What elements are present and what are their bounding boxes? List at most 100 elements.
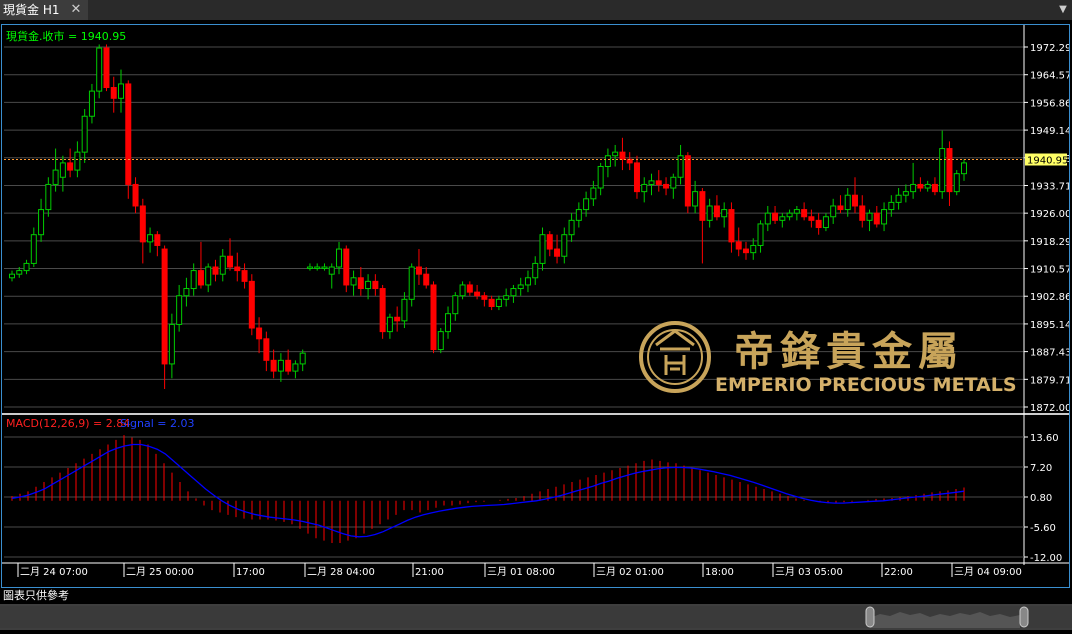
candle-up	[953, 173, 960, 193]
close-icon[interactable]: ✕	[68, 0, 84, 20]
candle-up	[437, 331, 444, 351]
candle-down	[713, 205, 720, 218]
candle-up	[822, 216, 829, 229]
scrollbar-left-handle[interactable]	[865, 606, 875, 628]
candle-down	[663, 183, 670, 189]
candle-up	[902, 191, 909, 196]
candle-down	[423, 273, 430, 286]
time-tick-label: 21:00	[415, 567, 444, 578]
candle-up	[503, 295, 510, 300]
candle-down	[851, 194, 858, 207]
candle-up	[292, 363, 299, 372]
candle-down	[488, 298, 495, 307]
candle-down	[343, 248, 350, 286]
candle-down	[699, 191, 706, 221]
candle-up	[750, 244, 757, 254]
time-tick-label: 二月 28 04:00	[307, 566, 375, 578]
candle-up	[59, 162, 66, 178]
price-tick-label: 1964.57	[1030, 71, 1069, 82]
candle-up	[604, 155, 611, 167]
candle-up	[52, 169, 59, 185]
candle-down	[110, 87, 117, 99]
candle-down	[801, 209, 808, 218]
candle-up	[183, 288, 190, 297]
candle-up	[176, 295, 183, 325]
candle-up	[612, 151, 619, 157]
candle-down	[248, 280, 255, 329]
candle-up	[299, 352, 306, 365]
macd-tick-label: -12.00	[1030, 553, 1062, 564]
candle-up	[495, 298, 502, 307]
candle-down	[546, 234, 553, 250]
candle-down	[430, 284, 437, 351]
time-tick-label: 17:00	[236, 567, 265, 578]
price-tick-label: 1926.00	[1030, 209, 1069, 220]
candle-down	[474, 291, 481, 297]
price-tick-label: 1910.57	[1030, 265, 1069, 276]
candle-up	[336, 248, 343, 268]
candle-up	[648, 180, 655, 185]
candle-up	[510, 288, 517, 297]
candle-down	[837, 205, 844, 211]
candle-up	[524, 277, 531, 286]
chart-scrollbar[interactable]	[0, 604, 1072, 630]
candle-up	[786, 212, 793, 218]
price-tick-label: 1879.71	[1030, 375, 1069, 386]
candle-up	[168, 323, 175, 365]
candle-down	[742, 248, 749, 254]
candle-up	[23, 262, 30, 272]
chevron-down-icon[interactable]: ▼	[1056, 0, 1070, 20]
candle-up	[96, 47, 103, 92]
candle-up	[881, 209, 888, 225]
tab-chart[interactable]: 現貨金 H1 ✕	[0, 0, 88, 20]
candle-down	[394, 316, 401, 322]
price-tick-label: 1918.29	[1030, 237, 1069, 248]
candle-down	[619, 151, 626, 160]
signal-label: Signal = 2.03	[120, 417, 195, 430]
candle-up	[74, 151, 81, 171]
candle-up	[386, 316, 393, 333]
tab-bar: 現貨金 H1 ✕ ▼	[0, 0, 1072, 20]
candle-down	[132, 183, 139, 207]
candle-up	[321, 266, 328, 270]
candle-up	[219, 255, 226, 275]
scrollbar-right-handle[interactable]	[1019, 606, 1029, 628]
candle-down	[103, 47, 110, 89]
candle-down	[379, 288, 386, 333]
candle-up	[38, 209, 45, 236]
macd-tick-label: -5.60	[1030, 523, 1056, 534]
candle-up	[445, 313, 452, 333]
candle-up	[641, 183, 648, 193]
disclaimer-text: 圖表只供參考	[0, 588, 1072, 604]
candle-up	[205, 266, 212, 286]
candle-up	[306, 266, 313, 270]
macd-tick-label: 13.60	[1030, 433, 1059, 444]
price-tick-label: 1895.14	[1030, 320, 1069, 331]
candle-down	[227, 255, 234, 268]
emperio-logo: 帝鋒貴金屬 EMPERIO PRECIOUS METALS	[639, 321, 1017, 396]
candle-down	[684, 155, 691, 207]
candle-down	[466, 284, 473, 293]
chart-window[interactable]: 1972.291964.571956.861949.141941.431933.…	[1, 24, 1071, 588]
candle-down	[125, 83, 132, 185]
candle-up	[721, 209, 728, 218]
macd-signal-line	[11, 443, 965, 538]
candle-up	[779, 216, 786, 221]
candle-up	[81, 115, 88, 153]
chart-canvas[interactable]: 1972.291964.571956.861949.141941.431933.…	[2, 25, 1071, 587]
candle-up	[314, 266, 321, 270]
candle-down	[372, 280, 379, 290]
candle-up	[866, 212, 873, 221]
candle-down	[357, 277, 364, 290]
candle-up	[365, 280, 372, 290]
candle-down	[197, 270, 204, 286]
candle-up	[401, 298, 408, 322]
candle-up	[793, 209, 800, 214]
candle-up	[757, 223, 764, 246]
macd-label: MACD(12,26,9) = 2.84	[6, 417, 130, 430]
time-tick-label: 二月 24 07:00	[20, 566, 88, 578]
tab-title: 現貨金 H1	[3, 3, 60, 17]
candle-up	[597, 165, 604, 189]
candle-up	[583, 198, 590, 211]
candle-up	[670, 176, 677, 189]
